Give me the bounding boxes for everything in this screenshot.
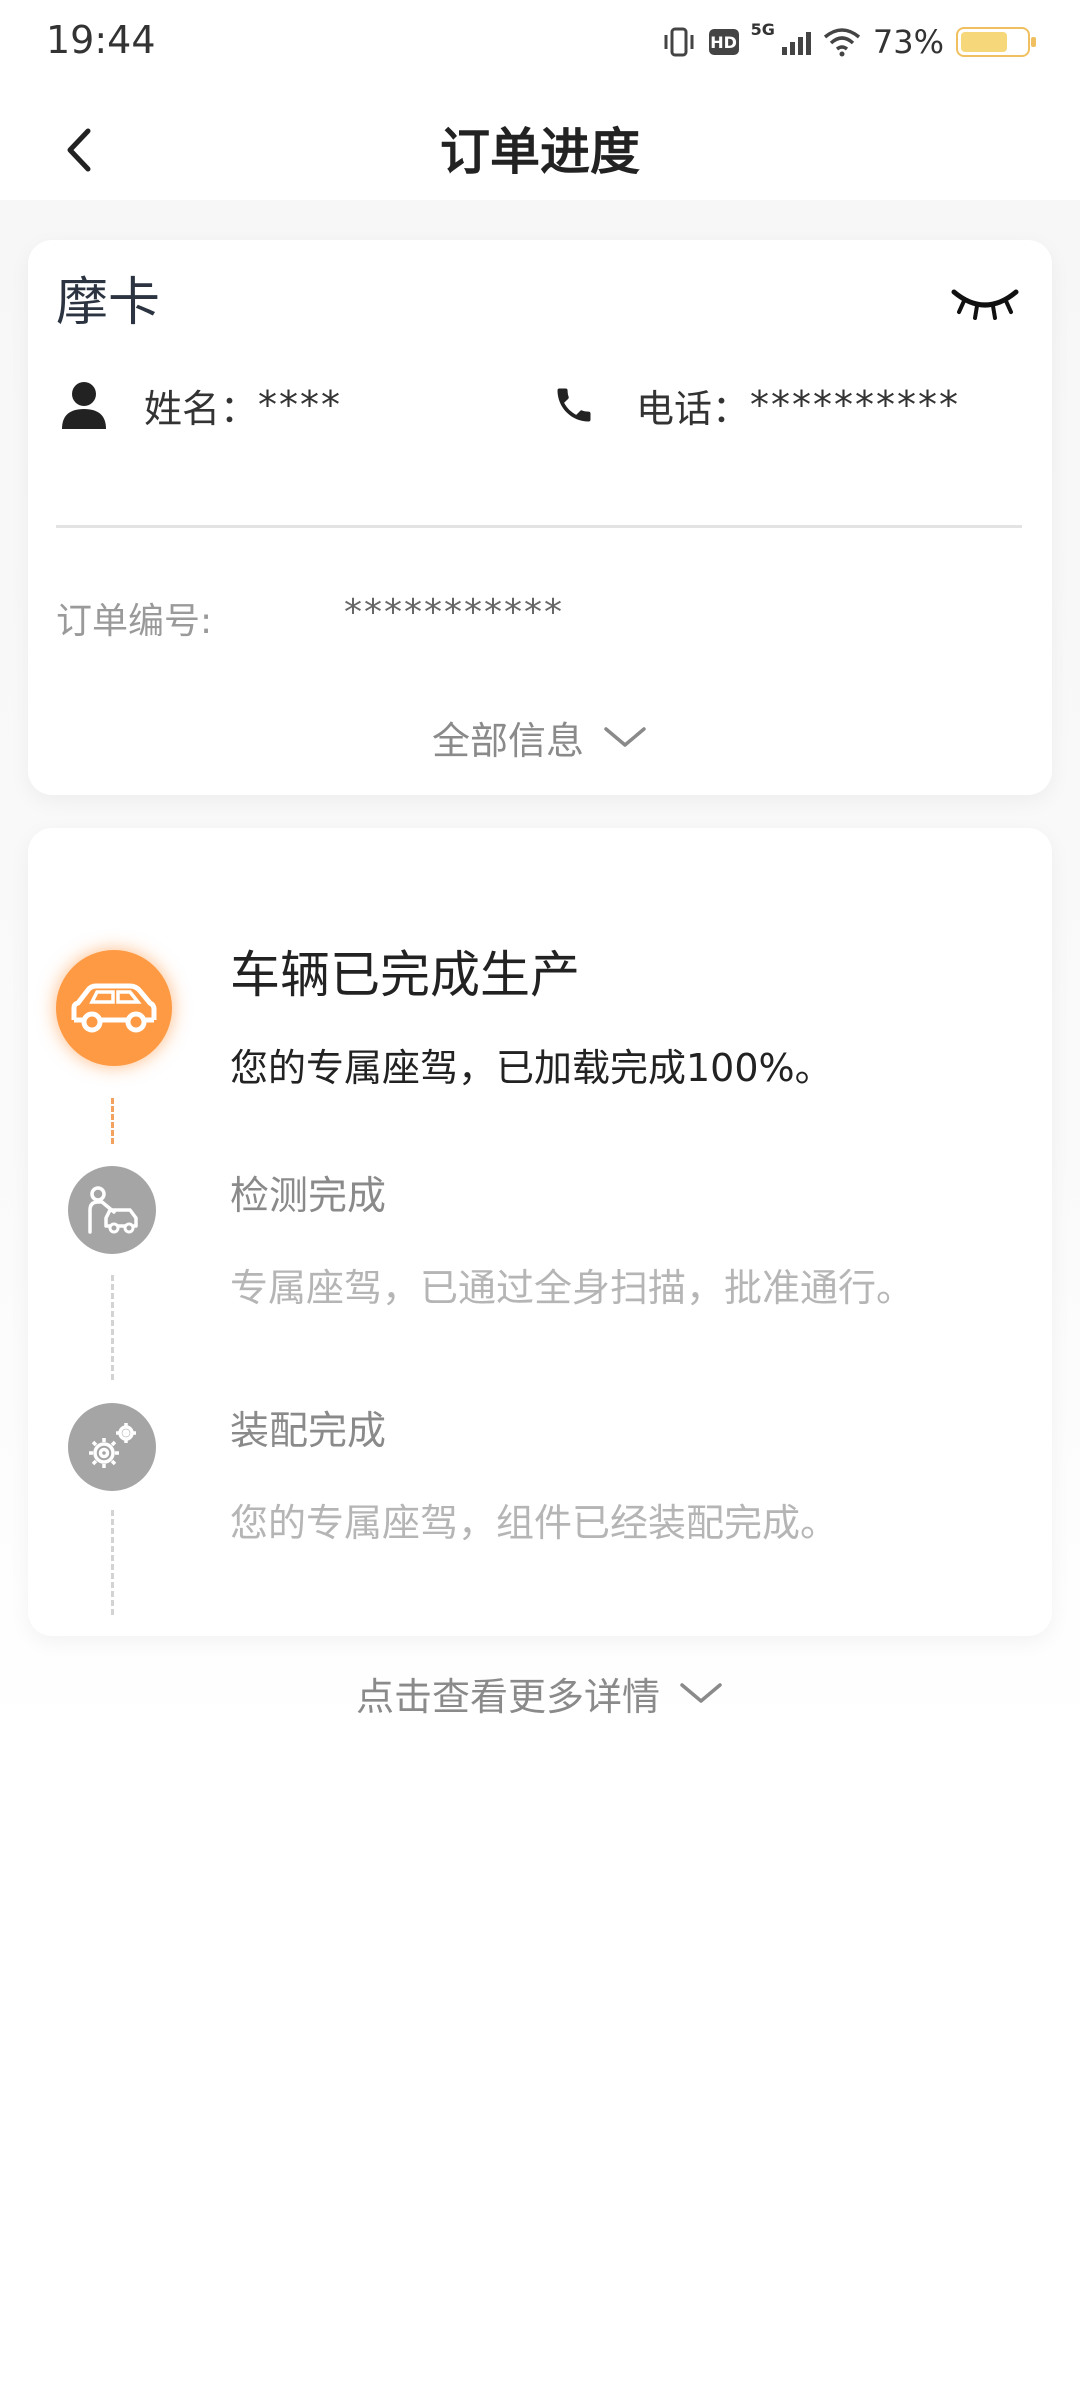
step-description: 专属座驾，已通过全身扫描，批准通行。	[230, 1266, 915, 1310]
step-assembly-badge	[68, 1403, 156, 1491]
step-description: 您的专属座驾，组件已经装配完成。	[230, 1501, 839, 1545]
phone-icon	[557, 388, 591, 422]
battery-percent: 73%	[872, 23, 944, 61]
step-connector	[111, 1510, 114, 1615]
status-icons: HD 5G 73%	[661, 20, 1036, 64]
order-number-value: ***********	[344, 592, 564, 633]
step-title: 装配完成	[230, 1409, 387, 1454]
phone-row: 电话： **********	[552, 370, 960, 440]
toggle-visibility-button[interactable]	[950, 280, 1020, 330]
gear-icon	[89, 1423, 136, 1468]
wifi-icon	[823, 28, 860, 57]
inspection-icon	[88, 1186, 138, 1234]
order-number-label: 订单编号:	[56, 601, 213, 642]
eye-closed-icon	[951, 289, 1019, 320]
step-connector	[111, 1098, 114, 1144]
signal-icon	[781, 32, 811, 55]
status-bar: 19:44 HD 5G 73%	[0, 0, 1080, 80]
step-title: 检测完成	[230, 1174, 387, 1219]
network-type: 5G	[750, 20, 775, 39]
view-more-details-button[interactable]: 点击查看更多详情	[0, 1658, 1080, 1728]
person-icon	[62, 382, 106, 429]
chevron-down-icon	[604, 727, 646, 747]
status-time: 19:44	[46, 18, 156, 62]
hd-icon: HD	[708, 29, 739, 55]
step-car-badge	[56, 950, 172, 1066]
view-more-details-label: 点击查看更多详情	[355, 1674, 660, 1719]
page-title: 订单进度	[440, 123, 640, 181]
divider	[56, 525, 1022, 528]
phone-label: 电话：	[636, 386, 751, 431]
car-icon	[71, 983, 157, 1033]
battery-icon	[956, 27, 1036, 57]
name-value: ****	[258, 383, 343, 427]
step-description: 您的专属座驾，已加载完成100%。	[230, 1046, 833, 1090]
vibrate-icon	[664, 27, 694, 57]
step-connector	[111, 1275, 114, 1380]
show-all-info-button[interactable]: 全部信息	[0, 702, 1080, 772]
chevron-down-icon	[680, 1683, 722, 1703]
step-inspection-badge	[68, 1166, 156, 1254]
show-all-info-label: 全部信息	[431, 718, 584, 763]
name-row: 姓名： ****	[60, 370, 342, 440]
name-label: 姓名：	[144, 386, 259, 431]
nav-bar: 订单进度	[0, 80, 1080, 210]
car-model-name: 摩卡	[56, 273, 161, 333]
phone-value: **********	[750, 383, 961, 427]
step-title: 车辆已完成生产	[230, 946, 580, 1004]
